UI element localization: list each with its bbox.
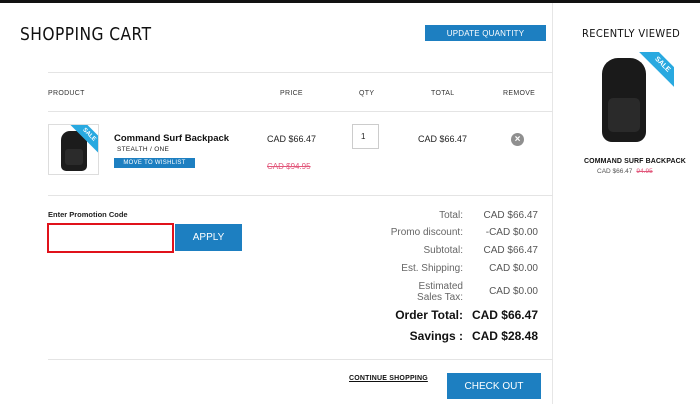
backpack-pocket bbox=[608, 98, 640, 132]
recently-viewed-current-price: CAD $66.47 bbox=[597, 168, 633, 175]
product-price: CAD $66.47 bbox=[267, 134, 317, 144]
recently-viewed-image[interactable]: SALE bbox=[594, 52, 674, 152]
line-total: CAD $66.47 bbox=[418, 134, 468, 144]
summary-tax-label-2: Sales Tax: bbox=[417, 292, 463, 303]
product-thumbnail[interactable]: SALE bbox=[48, 124, 99, 175]
apply-promo-button[interactable]: APPLY bbox=[175, 224, 242, 251]
summary-promo-value: -CAD $0.00 bbox=[485, 227, 538, 238]
quantity-input[interactable]: 1 bbox=[352, 124, 379, 149]
promo-code-input[interactable] bbox=[47, 223, 174, 253]
close-icon[interactable]: × bbox=[511, 133, 524, 146]
recently-viewed-price: CAD $66.47 94.95 bbox=[597, 168, 653, 175]
backpack-pocket bbox=[65, 149, 83, 165]
divider bbox=[48, 195, 553, 196]
summary-total-value: CAD $66.47 bbox=[483, 210, 538, 221]
column-header-product: PRODUCT bbox=[48, 90, 85, 97]
column-header-qty: QTY bbox=[359, 90, 375, 97]
summary-tax-label-1: Estimated bbox=[418, 281, 463, 292]
recently-viewed-original-price: 94.95 bbox=[636, 168, 653, 175]
savings-value: CAD $28.48 bbox=[471, 329, 538, 343]
column-header-remove: REMOVE bbox=[503, 90, 536, 97]
promo-code-label: Enter Promotion Code bbox=[48, 210, 128, 219]
savings-label: Savings : bbox=[409, 329, 463, 343]
divider bbox=[48, 359, 553, 360]
recently-viewed-title: RECENTLY VIEWED bbox=[582, 27, 681, 40]
product-variant: STEALTH / ONE bbox=[117, 146, 170, 153]
summary-tax-value: CAD $0.00 bbox=[489, 286, 538, 297]
summary-shipping-label: Est. Shipping: bbox=[401, 263, 463, 274]
order-total-label: Order Total: bbox=[395, 308, 463, 322]
divider bbox=[48, 111, 553, 112]
summary-shipping-value: CAD $0.00 bbox=[489, 263, 538, 274]
summary-subtotal-label: Subtotal: bbox=[423, 245, 463, 256]
cart-panel bbox=[28, 3, 553, 404]
column-header-total: TOTAL bbox=[431, 90, 455, 97]
continue-shopping-link[interactable]: CONTINUE SHOPPING bbox=[349, 375, 428, 382]
update-quantity-button[interactable]: UPDATE QUANTITY bbox=[425, 25, 546, 41]
summary-promo-label: Promo discount: bbox=[390, 227, 463, 238]
product-original-price: CAD $94.95 bbox=[267, 162, 311, 171]
column-header-price: PRICE bbox=[280, 90, 303, 97]
divider bbox=[48, 72, 553, 73]
checkout-button[interactable]: CHECK OUT bbox=[447, 373, 541, 399]
order-total-value: CAD $66.47 bbox=[471, 308, 538, 322]
product-name[interactable]: Command Surf Backpack bbox=[114, 133, 229, 144]
recently-viewed-product-name[interactable]: COMMAND SURF BACKPACK bbox=[584, 158, 686, 165]
summary-total-label: Total: bbox=[439, 210, 463, 221]
page-title: SHOPPING CART bbox=[20, 24, 152, 45]
move-to-wishlist-button[interactable]: MOVE TO WISHLIST bbox=[114, 158, 195, 168]
summary-subtotal-value: CAD $66.47 bbox=[483, 245, 538, 256]
